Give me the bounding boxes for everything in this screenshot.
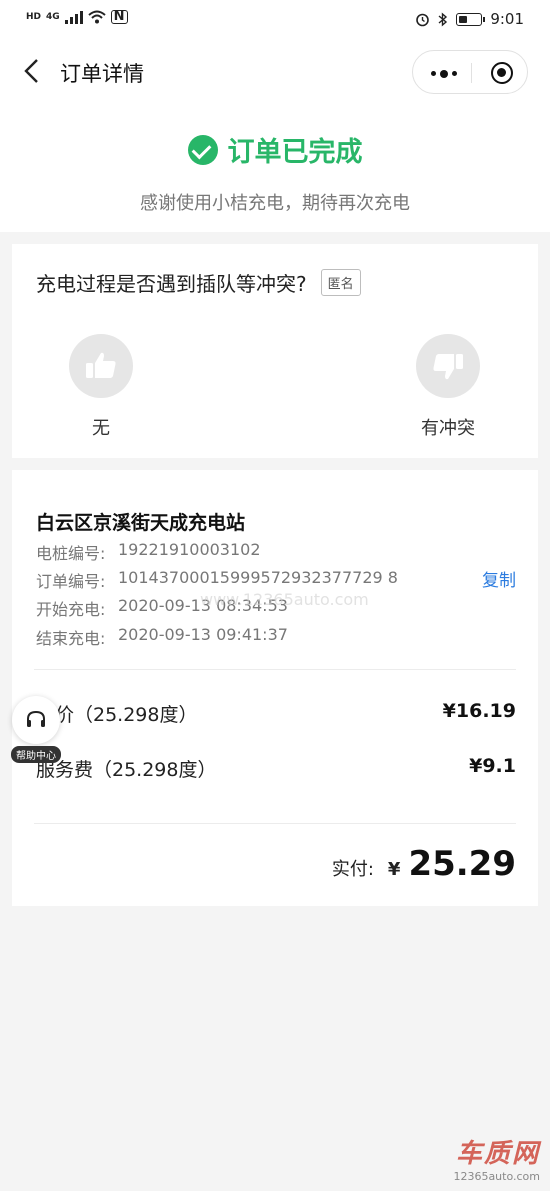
divider <box>34 669 516 670</box>
fee-amount: ¥9.1 <box>469 755 516 777</box>
divider <box>34 823 516 824</box>
help-center-label: 帮助中心 <box>11 746 61 763</box>
vote-none-label: 无 <box>92 418 110 439</box>
paid-amount: 25.29 <box>408 844 516 884</box>
fee-row-electricity: 电价（25.298度） ¥16.19 <box>36 700 516 727</box>
chevron-left-icon <box>24 59 38 83</box>
paid-currency: ¥ <box>387 859 401 880</box>
order-status-subtitle: 感谢使用小桔充电，期待再次充电 <box>140 193 410 214</box>
feedback-question: 充电过程是否遇到插队等冲突? <box>36 272 307 296</box>
check-circle-icon <box>187 134 218 165</box>
status-time: 9:01 <box>490 10 524 28</box>
order-status-row: 订单已完成 <box>187 130 363 169</box>
detail-key: 开始充电: <box>36 600 106 619</box>
vote-conflict-label: 有冲突 <box>421 418 475 439</box>
nfc-icon: N <box>110 10 128 24</box>
copy-order-number-button[interactable]: 复制 <box>482 566 516 591</box>
detail-value: 2020-09-13 09:41:37 <box>118 625 288 644</box>
capsule-divider <box>471 63 472 83</box>
order-detail-card: 白云区京溪街天成充电站 电桩编号: 19221910003102 订单编号: 1… <box>12 470 538 906</box>
alarm-icon <box>416 13 430 26</box>
order-status-title: 订单已完成 <box>227 137 363 168</box>
watermark-logo: 车质网 12365auto.com <box>453 1133 540 1183</box>
paid-total: 实付: ¥ 25.29 <box>332 844 516 884</box>
detail-row-order-number: 订单编号: 10143700015999572932377729 8 <box>36 568 398 592</box>
feedback-card: 充电过程是否遇到插队等冲突? 匿名 无 有冲突 <box>12 244 538 458</box>
fee-label: 服务费（25.298度） <box>36 759 217 781</box>
mini-program-capsule <box>412 50 528 94</box>
detail-value: 10143700015999572932377729 8 <box>118 568 398 587</box>
fee-row-service: 服务费（25.298度） ¥9.1 <box>36 755 516 782</box>
thumbs-down-icon <box>416 334 480 398</box>
center-watermark: www.12365auto.com <box>200 590 369 609</box>
status-bar: HD 4G N 9:01 <box>0 0 550 38</box>
bluetooth-icon <box>438 11 448 27</box>
network-gen-label: 4G <box>46 12 60 22</box>
headset-icon <box>12 696 60 744</box>
battery-icon <box>456 12 486 26</box>
detail-key: 结束充电: <box>36 629 106 648</box>
watermark-url: 12365auto.com <box>453 1170 540 1183</box>
order-status-header: 订单已完成 感谢使用小桔充电，期待再次充电 <box>0 130 550 215</box>
close-target-button[interactable] <box>491 62 513 84</box>
more-button[interactable] <box>431 69 457 78</box>
station-name: 白云区京溪街天成充电站 <box>36 512 246 534</box>
help-center-button[interactable]: 帮助中心 <box>10 696 62 763</box>
wifi-icon <box>88 10 106 24</box>
page-title: 订单详情 <box>60 62 144 86</box>
anonymous-badge: 匿名 <box>320 269 361 296</box>
detail-key: 电桩编号: <box>36 544 106 563</box>
watermark-logo-text: 车质网 <box>455 1139 540 1169</box>
thumbs-up-icon <box>69 334 133 398</box>
detail-key: 订单编号: <box>36 572 106 591</box>
vote-conflict-button[interactable]: 有冲突 <box>403 334 493 440</box>
feedback-question-row: 充电过程是否遇到插队等冲突? 匿名 <box>36 268 361 297</box>
status-bar-left: HD 4G N <box>26 10 128 24</box>
back-button[interactable] <box>22 58 48 86</box>
paid-label: 实付: <box>331 859 374 880</box>
status-bar-right: 9:01 <box>415 10 524 28</box>
detail-value: 19221910003102 <box>118 540 261 559</box>
detail-row-pile: 电桩编号: 19221910003102 <box>36 540 261 564</box>
vote-none-button[interactable]: 无 <box>56 334 146 440</box>
hd-label: HD <box>26 12 42 22</box>
nav-bar: 订单详情 <box>0 44 550 100</box>
signal-icon <box>64 10 83 24</box>
fee-amount: ¥16.19 <box>442 700 516 722</box>
detail-row-end-time: 结束充电: 2020-09-13 09:41:37 <box>36 625 288 649</box>
